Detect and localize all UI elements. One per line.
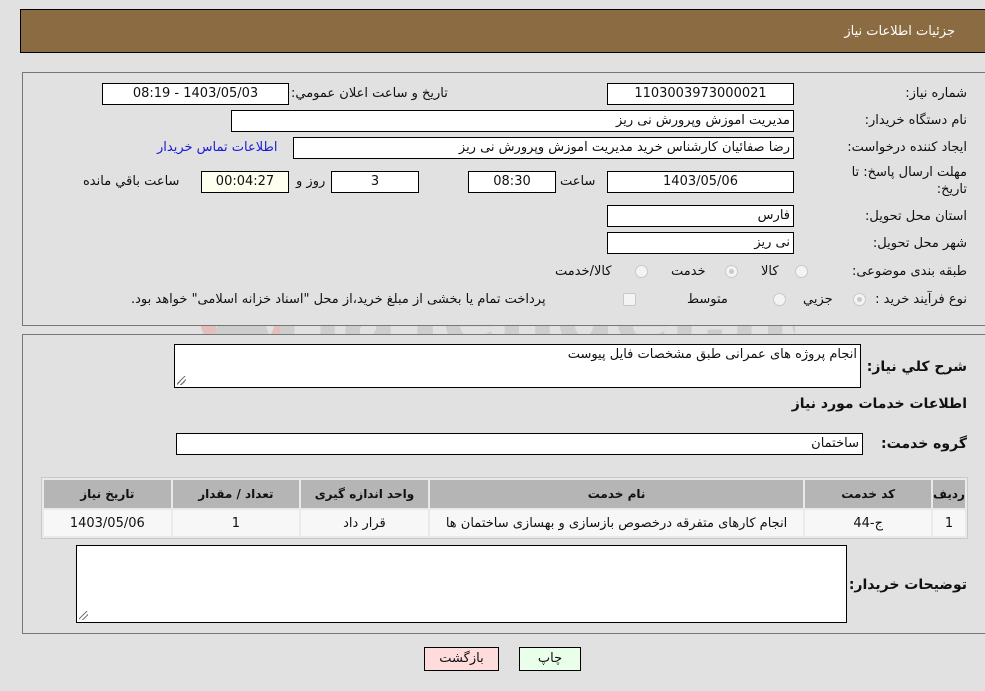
deadline-time-label: ساعت: [560, 174, 596, 189]
creator-label: ایجاد کننده درخواست:: [847, 140, 967, 155]
summary-label: شرح کلي نیاز:: [866, 359, 967, 375]
need-details-panel: شماره نیاز: 1103003973000021 تاریخ و ساع…: [22, 72, 985, 326]
resize-handle-icon[interactable]: [79, 611, 88, 620]
col-header-need-date: تاریخ نیاز: [44, 480, 171, 508]
cell-service-name: انجام کارهای متفرقه درخصوص بازسازی و بهس…: [429, 510, 804, 536]
process-option-small: جزیي: [803, 292, 833, 307]
category-option-goods-service: کالا/خدمت: [555, 264, 612, 279]
city-label: شهر محل تحویل:: [872, 236, 967, 251]
table-row: 1 ج-44 انجام کارهای متفرقه درخصوص بازساز…: [44, 510, 965, 536]
services-section-title: اطلاعات خدمات مورد نیاز: [791, 396, 967, 412]
announce-datetime-field[interactable]: 1403/05/03 - 08:19: [102, 83, 289, 105]
buyer-contact-link[interactable]: اطلاعات تماس خریدار: [157, 140, 277, 155]
remaining-days-field[interactable]: 3: [331, 171, 419, 193]
days-label: روز و: [296, 174, 326, 189]
deadline-date-field[interactable]: 1403/05/06: [607, 171, 794, 193]
need-number-field[interactable]: 1103003973000021: [607, 83, 794, 105]
category-radio-service[interactable]: [725, 265, 738, 278]
process-radio-small[interactable]: [853, 293, 866, 306]
province-field[interactable]: فارس: [607, 205, 794, 227]
announce-label: تاریخ و ساعت اعلان عمومي:: [291, 86, 448, 101]
province-label: استان محل تحویل:: [865, 209, 967, 224]
table-header-row: ردیف کد خدمت نام خدمت واحد اندازه گیری ت…: [44, 480, 965, 508]
category-label: طبقه بندی موضوعی:: [851, 264, 967, 279]
cell-need-date: 1403/05/06: [44, 510, 171, 536]
service-group-field[interactable]: ساختمان: [176, 433, 863, 455]
col-header-unit: واحد اندازه گیری: [301, 480, 428, 508]
treasury-checkbox[interactable]: [623, 293, 636, 306]
deadline-label-2: تاریخ:: [936, 182, 967, 197]
cell-unit: قرار داد: [301, 510, 428, 536]
process-label: نوع فرآیند خرید :: [875, 292, 967, 307]
process-radio-medium[interactable]: [773, 293, 786, 306]
back-button[interactable]: بازگشت: [424, 647, 499, 671]
category-radio-goods-service[interactable]: [635, 265, 648, 278]
page-header: جزئیات اطلاعات نیاز: [20, 9, 985, 53]
col-header-service-name: نام خدمت: [429, 480, 804, 508]
remaining-label: ساعت باقي مانده: [83, 174, 180, 189]
deadline-label: مهلت ارسال پاسخ: تا: [851, 165, 967, 180]
deadline-time-field[interactable]: 08:30: [468, 171, 556, 193]
city-field[interactable]: نی ریز: [607, 232, 794, 254]
buyer-org-label: نام دستگاه خریدار:: [864, 113, 967, 128]
creator-field[interactable]: رضا صفائیان کارشناس خرید مدیریت اموزش وپ…: [293, 137, 794, 159]
page-title: جزئیات اطلاعات نیاز: [844, 24, 955, 39]
treasury-checkbox-label: پرداخت تمام یا بخشی از مبلغ خرید،از محل …: [131, 292, 546, 307]
service-group-label: گروه خدمت:: [881, 436, 967, 452]
cell-service-code: ج-44: [805, 510, 931, 536]
need-number-label: شماره نیاز:: [905, 86, 967, 101]
buyer-notes-textarea[interactable]: [76, 545, 847, 623]
category-option-service: خدمت: [671, 264, 706, 279]
process-option-medium: متوسط: [687, 292, 728, 307]
print-button[interactable]: چاپ: [519, 647, 581, 671]
cell-quantity: 1: [172, 510, 300, 536]
col-header-service-code: کد خدمت: [805, 480, 931, 508]
summary-text: انجام پروژه های عمرانی طبق مشخصات فایل پ…: [567, 347, 857, 362]
cell-row-number: 1: [932, 510, 965, 536]
col-header-quantity: تعداد / مقدار: [172, 480, 300, 508]
category-option-goods: کالا: [761, 264, 779, 279]
category-radio-goods[interactable]: [795, 265, 808, 278]
remaining-time-field[interactable]: 00:04:27: [201, 171, 289, 193]
summary-textarea[interactable]: انجام پروژه های عمرانی طبق مشخصات فایل پ…: [174, 344, 861, 388]
col-header-row-number: ردیف: [932, 480, 965, 508]
services-panel: شرح کلي نیاز: انجام پروژه های عمرانی طبق…: [22, 334, 985, 634]
services-table: ردیف کد خدمت نام خدمت واحد اندازه گیری ت…: [41, 477, 968, 539]
buyer-notes-label: توضیحات خریدار:: [848, 577, 967, 593]
resize-handle-icon[interactable]: [177, 376, 186, 385]
buyer-org-field[interactable]: مدیریت اموزش وپرورش نی ریز: [231, 110, 794, 132]
